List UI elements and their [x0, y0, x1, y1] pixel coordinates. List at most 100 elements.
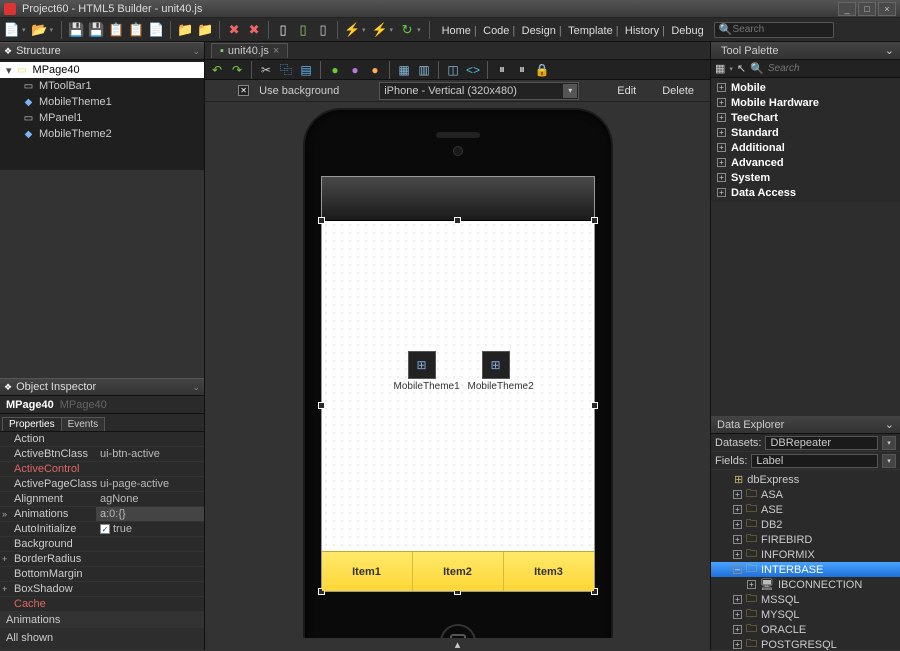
delete-icon[interactable]: ✖: [226, 22, 242, 38]
mobile-theme-component[interactable]: ⊞: [408, 351, 436, 379]
toolbar-search[interactable]: 🔍: [714, 22, 834, 38]
structure-header[interactable]: ❖ Structure ⌄: [0, 42, 204, 60]
mobile-theme-component[interactable]: ⊞: [482, 351, 510, 379]
mobile-top-bar[interactable]: [322, 177, 594, 221]
maximize-button[interactable]: □: [858, 2, 876, 16]
grid-icon[interactable]: ◫: [445, 62, 461, 78]
delete-button[interactable]: Delete: [654, 82, 702, 100]
code-icon[interactable]: <>: [465, 62, 481, 78]
property-row[interactable]: +BorderRadius: [0, 552, 204, 567]
chevron-down-icon[interactable]: ▾: [882, 454, 896, 468]
chevron-down-icon[interactable]: ▾: [882, 436, 896, 450]
folder2-icon[interactable]: 📁: [197, 22, 213, 38]
collapse-icon[interactable]: ⌄: [885, 44, 894, 57]
use-background-checkbox[interactable]: ✕: [238, 85, 249, 96]
new-icon[interactable]: 📄: [4, 22, 20, 38]
tree-item[interactable]: ▭MToolBar1: [0, 78, 204, 94]
folder-icon[interactable]: 📁: [177, 22, 193, 38]
lock-icon[interactable]: 🔒: [534, 62, 550, 78]
file-tab[interactable]: ▪ unit40.js ×: [211, 43, 288, 58]
db-tree-item[interactable]: +🖥IBCONNECTION: [711, 577, 900, 592]
search-input[interactable]: [732, 24, 828, 35]
palette-category[interactable]: +Mobile: [711, 80, 900, 95]
design-surface[interactable]: ⊞ MobileTheme1 ⊞ MobileTheme2 Item1 Item…: [322, 221, 594, 591]
tree-item[interactable]: ▭MPanel1: [0, 110, 204, 126]
tree-item[interactable]: ◆MobileTheme1: [0, 94, 204, 110]
align-icon[interactable]: ▦: [396, 62, 412, 78]
paste2-icon[interactable]: ▤: [298, 62, 314, 78]
redo-icon[interactable]: ↷: [229, 62, 245, 78]
palette-category[interactable]: +Mobile Hardware: [711, 95, 900, 110]
add2-icon[interactable]: ●: [347, 62, 363, 78]
property-row[interactable]: AlignmentagNone: [0, 492, 204, 507]
cut-icon[interactable]: ✂: [258, 62, 274, 78]
tree-item[interactable]: ◆MobileTheme2: [0, 126, 204, 142]
ruler-icon[interactable]: ⏸: [494, 62, 510, 78]
expand-arrow-icon[interactable]: ▴: [205, 638, 710, 650]
db-tree-item[interactable]: ⊞dbExpress: [711, 472, 900, 487]
nav-code[interactable]: Code: [483, 25, 509, 37]
collapse-icon[interactable]: ⌄: [192, 46, 200, 57]
page-icon[interactable]: ▯: [275, 22, 291, 38]
palette-category[interactable]: +TeeChart: [711, 110, 900, 125]
db-tree-item[interactable]: +🗀FIREBIRD: [711, 532, 900, 547]
property-row[interactable]: ActiveBtnClassui-btn-active: [0, 447, 204, 462]
db-tree-item[interactable]: +🗀ASA: [711, 487, 900, 502]
nav-template[interactable]: Template: [568, 25, 613, 37]
doc-icon[interactable]: 📄: [148, 22, 164, 38]
property-row[interactable]: +BoxShadow: [0, 582, 204, 597]
tab-properties[interactable]: Properties: [2, 417, 62, 431]
add-icon[interactable]: ●: [327, 62, 343, 78]
property-row[interactable]: ActiveControl: [0, 462, 204, 477]
minimize-button[interactable]: _: [838, 2, 856, 16]
tree-root[interactable]: ▾▭MPage40: [0, 62, 204, 78]
page3-icon[interactable]: ▯: [315, 22, 331, 38]
property-row[interactable]: »Animationsa:0:{}: [0, 507, 204, 522]
device-dropdown[interactable]: iPhone - Vertical (320x480)▾: [379, 82, 579, 100]
palette-category[interactable]: +Standard: [711, 125, 900, 140]
property-row[interactable]: ActivePageClassui-page-active: [0, 477, 204, 492]
collapse-icon[interactable]: ⌄: [192, 382, 200, 393]
fields-dropdown[interactable]: Label: [751, 454, 878, 468]
property-row[interactable]: Cache: [0, 597, 204, 612]
palette-search-input[interactable]: [768, 63, 848, 74]
db-tree-item[interactable]: +🗀POSTGRESQL: [711, 637, 900, 650]
db-tree-item[interactable]: +🗀MYSQL: [711, 607, 900, 622]
sync-icon[interactable]: ↻: [399, 22, 415, 38]
property-grid[interactable]: ActionActiveBtnClassui-btn-activeActiveC…: [0, 432, 204, 612]
copy-icon[interactable]: 📋: [108, 22, 124, 38]
edit-button[interactable]: Edit: [609, 82, 644, 100]
nav-home[interactable]: Home: [442, 25, 471, 37]
pointer-icon[interactable]: ↖: [737, 62, 746, 75]
db-tree-item[interactable]: +🗀MSSQL: [711, 592, 900, 607]
run2-icon[interactable]: ⚡: [372, 22, 388, 38]
delete2-icon[interactable]: ✖: [246, 22, 262, 38]
palette-category[interactable]: +Data Access: [711, 185, 900, 200]
db-tree-item[interactable]: –🗀INTERBASE: [711, 562, 900, 577]
db-tree-item[interactable]: +🗀ASE: [711, 502, 900, 517]
ruler2-icon[interactable]: ⏸: [514, 62, 530, 78]
run-icon[interactable]: ⚡: [344, 22, 360, 38]
database-tree[interactable]: ⊞dbExpress+🗀ASA+🗀ASE+🗀DB2+🗀FIREBIRD+🗀INF…: [711, 470, 900, 650]
save-all-icon[interactable]: 💾: [88, 22, 104, 38]
toolbar-item[interactable]: Item1: [322, 552, 413, 591]
phone-screen[interactable]: ⊞ MobileTheme1 ⊞ MobileTheme2 Item1 Item…: [321, 176, 595, 592]
object-inspector-header[interactable]: ❖ Object Inspector ⌄: [0, 378, 204, 396]
property-row[interactable]: AutoInitialize✓true: [0, 522, 204, 537]
toolbar-item[interactable]: Item3: [504, 552, 594, 591]
db-tree-item[interactable]: +🗀INFORMIX: [711, 547, 900, 562]
undo-icon[interactable]: ↶: [209, 62, 225, 78]
tab-events[interactable]: Events: [61, 417, 106, 431]
copy2-icon[interactable]: ⿻: [278, 62, 294, 78]
property-row[interactable]: Background: [0, 537, 204, 552]
toolbar-panel[interactable]: Item1 Item2 Item3: [322, 551, 594, 591]
filter-icon[interactable]: ▦: [715, 62, 725, 75]
page2-icon[interactable]: ▯: [295, 22, 311, 38]
object-component-selector[interactable]: MPage40MPage40: [0, 396, 204, 414]
tool-palette-header[interactable]: Tool Palette ⌄: [711, 42, 900, 60]
save-icon[interactable]: 💾: [68, 22, 84, 38]
nav-history[interactable]: History: [625, 25, 659, 37]
property-row[interactable]: Action: [0, 432, 204, 447]
open-icon[interactable]: 📂: [32, 22, 48, 38]
paste-icon[interactable]: 📋: [128, 22, 144, 38]
